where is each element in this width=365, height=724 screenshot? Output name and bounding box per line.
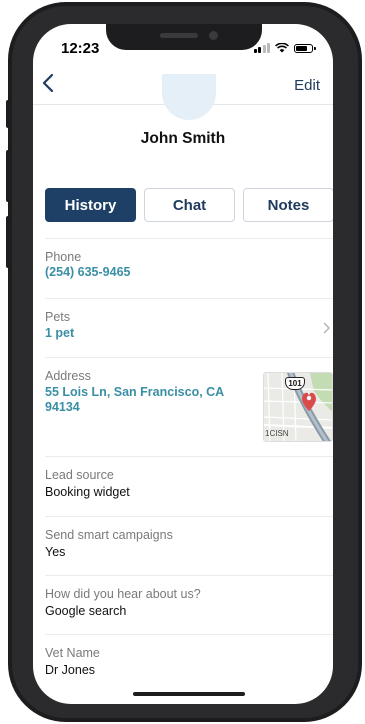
volume-up-button (6, 150, 10, 202)
cellular-signal-icon (253, 43, 270, 53)
vet-name-value: Dr Jones (45, 663, 96, 677)
map-label: 1CISN (265, 429, 289, 438)
phone-screen: 12:23 Client Edit John Smith History Cha… (33, 24, 333, 704)
address-map-thumbnail[interactable]: 101 1CISN (263, 372, 333, 442)
mute-switch (6, 100, 10, 128)
hear-about-value: Google search (45, 604, 127, 618)
phone-value[interactable]: (254) 635-9465 (45, 265, 130, 279)
address-line-2[interactable]: 94134 (45, 400, 80, 414)
highway-shield: 101 (285, 377, 305, 390)
tab-history[interactable]: History (45, 188, 136, 222)
lead-source-row: Lead source Booking widget (45, 456, 333, 516)
phone-label: Phone (45, 250, 82, 264)
client-details: Phone (254) 635-9465 Pets 1 pet Address … (45, 238, 333, 694)
status-icons (253, 43, 316, 53)
lead-source-value: Booking widget (45, 485, 130, 499)
lead-source-label: Lead source (45, 468, 114, 482)
pets-value[interactable]: 1 pet (45, 326, 74, 340)
status-time: 12:23 (61, 40, 100, 57)
hear-about-row: How did you hear about us? Google search (45, 575, 333, 634)
vet-name-label: Vet Name (45, 646, 100, 660)
hear-about-label: How did you hear about us? (45, 587, 201, 601)
client-name: John Smith (140, 130, 226, 147)
camera (209, 31, 218, 40)
smart-campaigns-row: Send smart campaigns Yes (45, 516, 333, 575)
tab-notes[interactable]: Notes (243, 188, 333, 222)
pets-row[interactable]: Pets 1 pet (45, 298, 333, 357)
notch (106, 24, 262, 50)
vet-name-row: Vet Name Dr Jones (45, 634, 333, 694)
wifi-icon (275, 43, 289, 53)
tab-chat[interactable]: Chat (144, 188, 235, 222)
pets-label: Pets (45, 310, 71, 324)
client-tabs: History Chat Notes (45, 188, 333, 222)
smart-campaigns-label: Send smart campaigns (45, 528, 173, 542)
chevron-right-icon (323, 322, 331, 334)
address-row[interactable]: Address 55 Lois Ln, San Francisco, CA 94… (45, 357, 333, 456)
phone-row[interactable]: Phone (254) 635-9465 (45, 238, 333, 298)
volume-down-button (6, 216, 10, 268)
address-line-1[interactable]: 55 Lois Ln, San Francisco, CA (45, 385, 224, 399)
smart-campaigns-value: Yes (45, 545, 66, 559)
home-indicator[interactable] (133, 692, 245, 696)
speaker (160, 33, 198, 38)
avatar[interactable] (162, 74, 216, 120)
battery-icon (294, 44, 316, 53)
address-label: Address (45, 369, 91, 383)
edit-button[interactable]: Edit (294, 77, 320, 94)
